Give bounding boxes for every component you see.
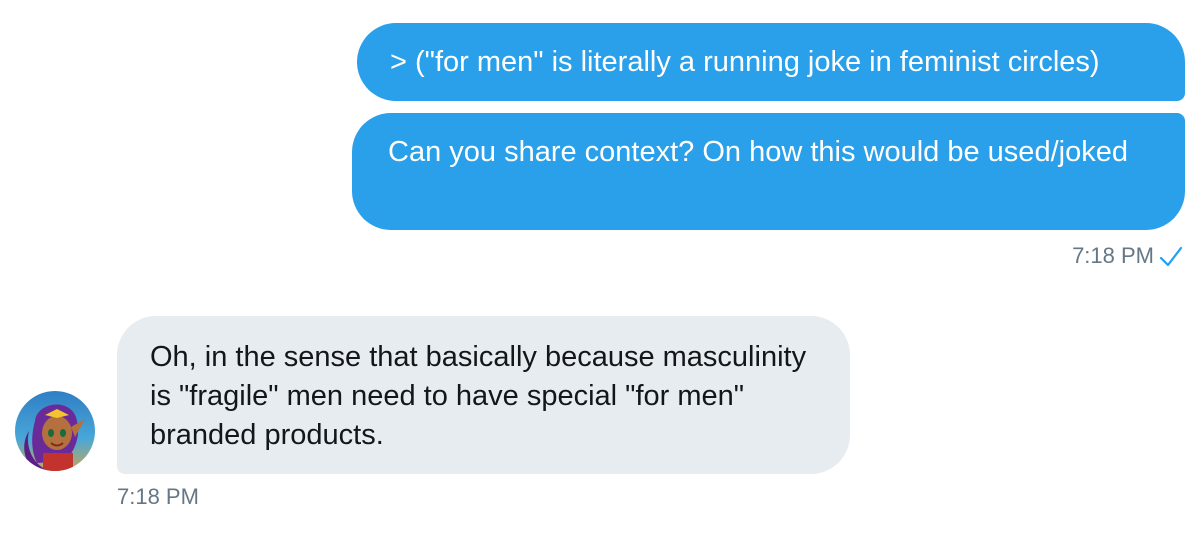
checkmark-icon	[1159, 246, 1183, 267]
avatar-image	[15, 391, 95, 471]
message-text: > ("for men" is literally a running joke…	[390, 46, 1100, 78]
avatar[interactable]	[15, 391, 95, 471]
dm-conversation: > ("for men" is literally a running joke…	[0, 0, 1200, 538]
received-timestamp: 7:18 PM	[117, 484, 199, 509]
sent-message-bubble[interactable]: Can you share context? On how this would…	[352, 113, 1185, 230]
message-text: Can you share context? On how this would…	[388, 136, 1128, 168]
sent-message-bubble[interactable]: > ("for men" is literally a running joke…	[357, 23, 1185, 101]
sent-timestamp: 7:18 PM	[1072, 243, 1154, 268]
message-text: Oh, in the sense that basically because …	[150, 341, 807, 451]
received-message-bubble[interactable]: Oh, in the sense that basically because …	[117, 316, 850, 474]
